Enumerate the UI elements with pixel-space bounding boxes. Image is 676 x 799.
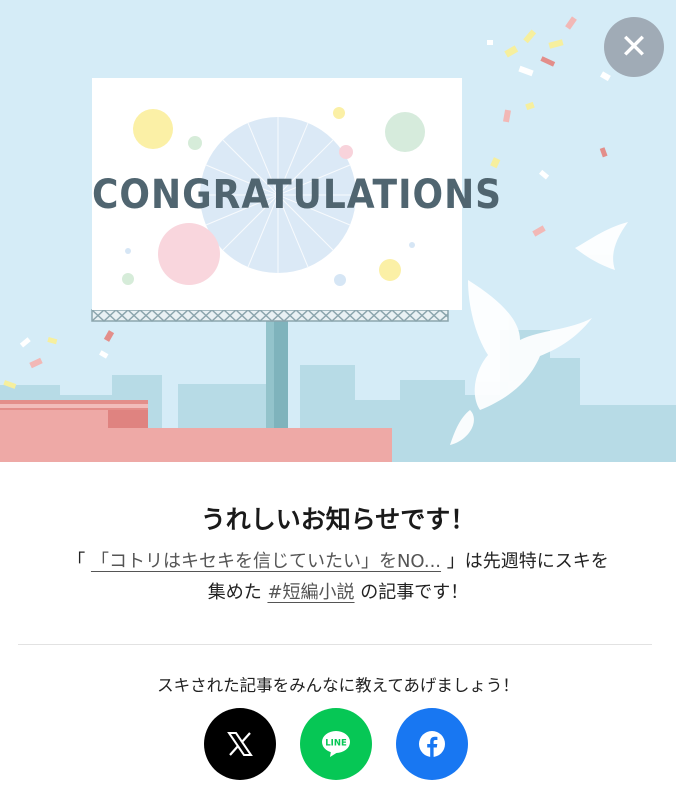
- facebook-logo-icon: [419, 731, 445, 757]
- share-prompt: スキされた記事をみんなに教えてあげましょう！: [157, 676, 519, 695]
- congratulations-modal: CONGRATULATIONS ✕ うれしいお知らせです！ 「 「コトリはキセキ…: [0, 0, 676, 799]
- message-line2-suffix: の記事です！: [360, 582, 469, 603]
- announcement-message: 「 「コトリはキセキを信じていたい」をNO... 」は先週特にスキを 集めた #…: [20, 546, 656, 608]
- message-line1-suffix: 」は先週特にスキを: [446, 551, 609, 572]
- billboard-scene: [0, 0, 676, 462]
- open-quote: 「: [67, 551, 86, 572]
- close-button[interactable]: ✕: [604, 17, 664, 77]
- line-logo-text: LINE: [325, 739, 347, 749]
- close-icon: ✕: [619, 27, 649, 67]
- billboard-truss: [91, 308, 449, 323]
- share-buttons: LINE: [0, 708, 676, 780]
- headline: うれしいお知らせです！: [200, 505, 476, 534]
- message-line2-prefix: 集めた: [207, 582, 268, 603]
- divider: [18, 644, 652, 645]
- line-logo-icon: LINE: [322, 731, 350, 757]
- share-facebook-button[interactable]: [396, 708, 468, 780]
- hashtag-link[interactable]: #短編小説: [267, 582, 354, 603]
- hero-illustration: CONGRATULATIONS ✕: [0, 0, 676, 462]
- x-logo-icon: [227, 732, 253, 756]
- billboard-title: CONGRATULATIONS: [92, 172, 503, 218]
- article-link[interactable]: 「コトリはキセキを信じていたい」をNO...: [91, 551, 441, 572]
- share-x-button[interactable]: [204, 708, 276, 780]
- share-line-button[interactable]: LINE: [300, 708, 372, 780]
